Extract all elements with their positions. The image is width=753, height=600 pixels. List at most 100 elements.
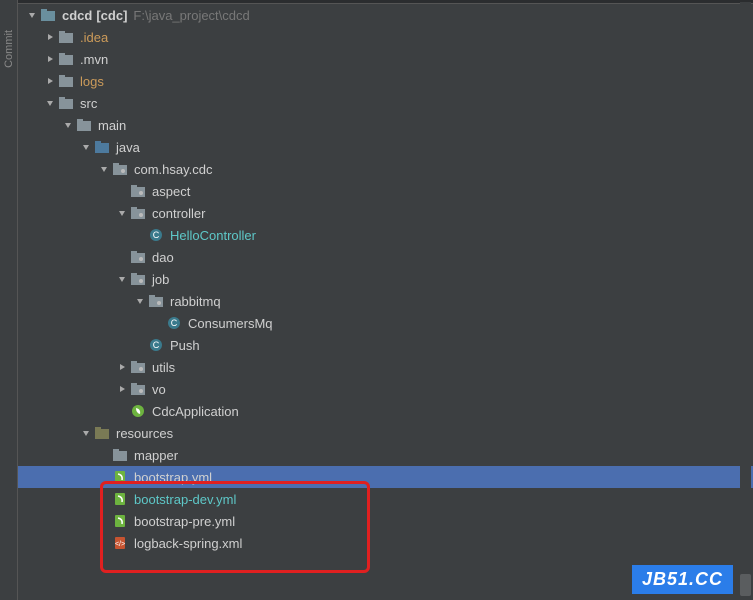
svg-text:</>: </>	[115, 541, 125, 548]
chevron-down-icon[interactable]	[134, 295, 146, 307]
tree-row[interactable]: bootstrap-pre.yml	[18, 510, 753, 532]
svg-text:C: C	[153, 230, 160, 240]
chevron-down-icon[interactable]	[116, 273, 128, 285]
tree-row[interactable]: CdcApplication	[18, 400, 753, 422]
tree-item-label: HelloController	[170, 228, 256, 243]
package-icon	[130, 205, 146, 221]
tree-row[interactable]: vo	[18, 378, 753, 400]
tree-row[interactable]: com.hsay.cdc	[18, 158, 753, 180]
tree-rows-container: .idea .mvn logs srcmain java com.hsay.cdc aspe…	[18, 26, 753, 554]
tree-item-label: bootstrap.yml	[134, 470, 212, 485]
chevron-placeholder	[98, 537, 110, 549]
folder-icon	[58, 29, 74, 45]
tree-row[interactable]: main	[18, 114, 753, 136]
tree-row[interactable]: .idea	[18, 26, 753, 48]
package-icon	[130, 381, 146, 397]
tree-item-label: controller	[152, 206, 205, 221]
class-icon: C	[148, 337, 164, 353]
chevron-placeholder	[98, 493, 110, 505]
tree-row[interactable]: rabbitmq	[18, 290, 753, 312]
chevron-down-icon[interactable]	[26, 9, 38, 21]
folder-icon	[76, 117, 92, 133]
left-gutter: Commit	[0, 0, 18, 600]
yml-icon	[112, 491, 128, 507]
chevron-down-icon[interactable]	[62, 119, 74, 131]
tree-item-label: Push	[170, 338, 200, 353]
scrollbar-track	[740, 2, 751, 598]
tree-row[interactable]: resources	[18, 422, 753, 444]
tree-row[interactable]: C ConsumersMq	[18, 312, 753, 334]
chevron-right-icon[interactable]	[44, 53, 56, 65]
tree-row[interactable]: src	[18, 92, 753, 114]
chevron-placeholder	[98, 449, 110, 461]
tree-item-label: main	[98, 118, 126, 133]
tree-item-label: logs	[80, 74, 104, 89]
class-icon: C	[166, 315, 182, 331]
project-tree-panel: cdcd [cdc] F:\java_project\cdcd .idea .mv…	[18, 0, 753, 600]
tree-item-label: .idea	[80, 30, 108, 45]
tree-row[interactable]: logs	[18, 70, 753, 92]
tree-row[interactable]: mapper	[18, 444, 753, 466]
chevron-placeholder	[116, 185, 128, 197]
chevron-placeholder	[116, 251, 128, 263]
tree-root-row[interactable]: cdcd [cdc] F:\java_project\cdcd	[18, 4, 753, 26]
tree-row[interactable]: dao	[18, 246, 753, 268]
watermark-badge: JB51.CC	[632, 565, 733, 594]
tree-row[interactable]: job	[18, 268, 753, 290]
chevron-placeholder	[116, 405, 128, 417]
tree-item-label: vo	[152, 382, 166, 397]
tree-row[interactable]: bootstrap.yml	[18, 466, 753, 488]
tree-item-label: ConsumersMq	[188, 316, 273, 331]
package-icon	[148, 293, 164, 309]
chevron-right-icon[interactable]	[44, 75, 56, 87]
chevron-down-icon[interactable]	[80, 427, 92, 439]
tree-item-label: src	[80, 96, 97, 111]
xml-icon: </>	[112, 535, 128, 551]
module-folder-icon	[40, 7, 56, 23]
spring-icon	[130, 403, 146, 419]
scrollbar-thumb[interactable]	[740, 574, 751, 596]
tree-item-label: .mvn	[80, 52, 108, 67]
folder-res-icon	[94, 425, 110, 441]
yml-icon	[112, 469, 128, 485]
tree-item-label: logback-spring.xml	[134, 536, 242, 551]
tree-item-label: rabbitmq	[170, 294, 221, 309]
chevron-down-icon[interactable]	[44, 97, 56, 109]
chevron-placeholder	[134, 339, 146, 351]
tree-item-label: mapper	[134, 448, 178, 463]
svg-text:C: C	[153, 340, 160, 350]
tree-row[interactable]: utils	[18, 356, 753, 378]
package-icon	[112, 161, 128, 177]
package-icon	[130, 359, 146, 375]
tree-item-label: bootstrap-pre.yml	[134, 514, 235, 529]
chevron-down-icon[interactable]	[98, 163, 110, 175]
folder-icon	[58, 73, 74, 89]
tree-row[interactable]: .mvn	[18, 48, 753, 70]
tree-row[interactable]: bootstrap-dev.yml	[18, 488, 753, 510]
tree-row[interactable]: controller	[18, 202, 753, 224]
chevron-right-icon[interactable]	[44, 31, 56, 43]
tree-row[interactable]: aspect	[18, 180, 753, 202]
tree-row[interactable]: </> logback-spring.xml	[18, 532, 753, 554]
chevron-right-icon[interactable]	[116, 361, 128, 373]
chevron-right-icon[interactable]	[116, 383, 128, 395]
chevron-placeholder	[98, 471, 110, 483]
gutter-label: Commit	[3, 30, 15, 68]
tree-item-label: com.hsay.cdc	[134, 162, 213, 177]
tree-row[interactable]: C Push	[18, 334, 753, 356]
tree-row[interactable]: C HelloController	[18, 224, 753, 246]
tree-item-label: CdcApplication	[152, 404, 239, 419]
package-icon	[130, 249, 146, 265]
tree-item-label: resources	[116, 426, 173, 441]
tree-item-label: utils	[152, 360, 175, 375]
chevron-down-icon[interactable]	[116, 207, 128, 219]
package-icon	[130, 183, 146, 199]
tree-row[interactable]: java	[18, 136, 753, 158]
chevron-down-icon[interactable]	[80, 141, 92, 153]
folder-icon	[112, 447, 128, 463]
package-icon	[130, 271, 146, 287]
chevron-placeholder	[98, 515, 110, 527]
tree-item-label: bootstrap-dev.yml	[134, 492, 236, 507]
tree-item-label: job	[152, 272, 169, 287]
project-path: F:\java_project\cdcd	[133, 8, 249, 23]
